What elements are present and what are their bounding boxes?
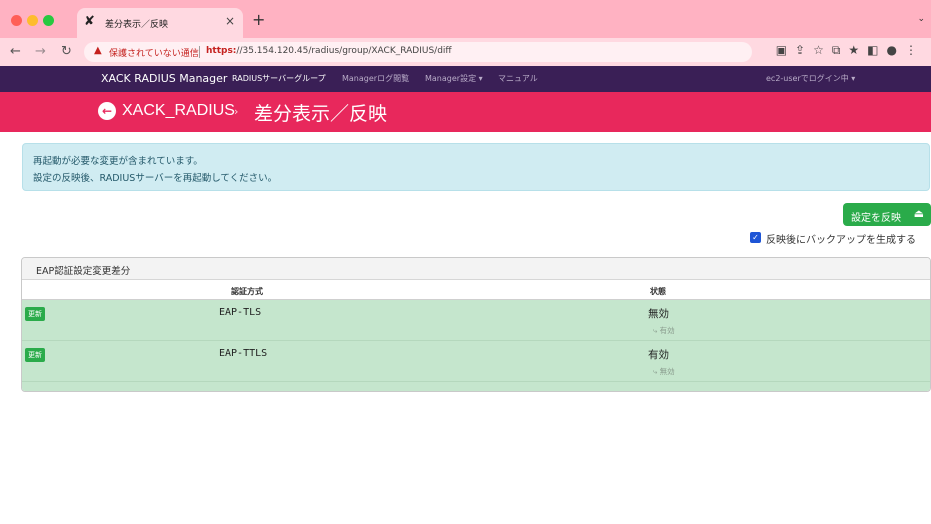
- nav-manager-log[interactable]: Managerログ閲覧: [342, 73, 409, 84]
- url-text[interactable]: https://35.154.120.45/radius/group/XACK_…: [206, 46, 452, 56]
- reload-icon[interactable]: ↻: [61, 44, 72, 59]
- page-title: 差分表示／反映: [254, 103, 388, 125]
- nav-manual[interactable]: マニュアル: [498, 73, 538, 84]
- apply-settings-label: 設定を反映: [851, 213, 901, 224]
- update-badge: 更新: [25, 348, 45, 362]
- close-window-icon[interactable]: [11, 15, 22, 26]
- title-separator: ›: [234, 105, 239, 118]
- tab-close-icon[interactable]: ×: [225, 14, 235, 28]
- nav-manager-settings[interactable]: Manager設定 ▾: [425, 73, 483, 84]
- backup-checkbox[interactable]: ✓: [750, 232, 761, 243]
- apply-settings-button[interactable]: 設定を反映 ⏏: [843, 203, 931, 226]
- tab-search-icon[interactable]: ⌄: [917, 14, 925, 24]
- column-header-method: 認証方式: [231, 287, 263, 296]
- omnibox-divider: [199, 46, 200, 58]
- auth-method: EAP-TTLS: [219, 348, 268, 359]
- nav-radius-server-group[interactable]: RADIUSサーバーグループ: [232, 73, 326, 84]
- browser-tab-bar: ✘ 差分表示／反映 × + ⌄: [0, 0, 931, 38]
- previous-state: ⤷ 有効: [653, 326, 675, 335]
- security-warning[interactable]: 保護されていない通信: [109, 46, 199, 59]
- tab-title: 差分表示／反映: [105, 20, 169, 30]
- new-tab-button[interactable]: +: [252, 10, 265, 29]
- auth-method: EAP-TLS: [219, 307, 262, 318]
- table-row: 更新 EAP-TLS 無効 ⤷ 有効: [22, 300, 930, 341]
- browser-tab[interactable]: ✘ 差分表示／反映 ×: [77, 8, 243, 38]
- group-name[interactable]: XACK_RADIUS: [122, 102, 235, 120]
- maximize-window-icon[interactable]: [43, 15, 54, 26]
- browser-toolbar: ← → ↻ ▲ 保護されていない通信 https://35.154.120.45…: [0, 38, 931, 66]
- back-arrow-icon[interactable]: ←: [98, 102, 116, 120]
- toolbar-extension-icons[interactable]: ▣⇪☆⧉★◧●⋮: [776, 43, 925, 58]
- update-badge: 更新: [25, 307, 45, 321]
- warning-icon: ▲: [94, 45, 102, 56]
- eap-diff-card: EAP認証設定変更差分 認証方式 状態 更新 EAP-TLS 無効 ⤷ 有効 更…: [21, 257, 931, 392]
- table-row: 更新 EAP-TTLS 有効 ⤷ 無効: [22, 341, 930, 382]
- column-header-state: 状態: [650, 287, 666, 296]
- current-state: 有効: [648, 349, 669, 361]
- address-bar[interactable]: ▲ 保護されていない通信 https://35.154.120.45/radiu…: [84, 42, 752, 62]
- user-menu[interactable]: ec2-userでログイン中 ▾: [766, 73, 855, 84]
- favicon-icon: ✘: [84, 14, 95, 29]
- previous-state: ⤷ 無効: [653, 367, 675, 376]
- alert-line-1: 再起動が必要な変更が含まれています。: [33, 156, 203, 167]
- card-header: EAP認証設定変更差分: [22, 258, 930, 280]
- card-footer: [22, 382, 930, 391]
- upload-icon: ⏏: [913, 207, 924, 220]
- app-navbar: XACK RADIUS Manager RADIUSサーバーグループ Manag…: [0, 66, 931, 92]
- card-title: EAP認証設定変更差分: [36, 266, 131, 277]
- alert-line-2: 設定の反映後、RADIUSサーバーを再起動してください。: [33, 173, 278, 184]
- current-state: 無効: [648, 308, 669, 320]
- brand-link[interactable]: XACK RADIUS Manager: [101, 72, 227, 85]
- restart-alert: 再起動が必要な変更が含まれています。 設定の反映後、RADIUSサーバーを再起動…: [22, 143, 930, 191]
- table-header: 認証方式 状態: [22, 280, 930, 300]
- back-nav-icon[interactable]: ←: [10, 44, 21, 59]
- page-header: ← XACK_RADIUS › 差分表示／反映: [0, 92, 931, 132]
- minimize-window-icon[interactable]: [27, 15, 38, 26]
- forward-nav-icon[interactable]: →: [35, 44, 46, 59]
- backup-checkbox-label[interactable]: 反映後にバックアップを生成する: [766, 231, 916, 246]
